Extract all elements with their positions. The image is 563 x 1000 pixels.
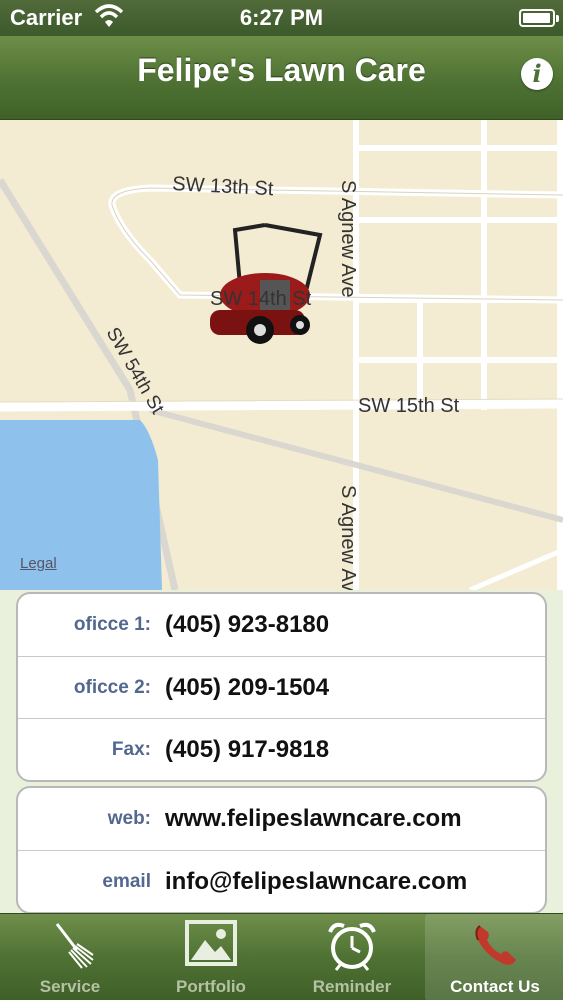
online-contact-card: web: www.felipeslawncare.com email info@… [16, 786, 547, 914]
info-icon[interactable]: i [521, 58, 553, 90]
street-label: S Agnew Ave [337, 180, 359, 298]
fax-number: (405) 917-9818 [165, 736, 330, 763]
tab-label: Portfolio [176, 977, 246, 996]
phone-icon [475, 925, 516, 965]
tab-label: Service [39, 977, 101, 996]
status-bar: Carrier 6:27 PM [0, 0, 563, 36]
clock-time: 6:27 PM [239, 5, 324, 30]
web-row[interactable]: web: www.felipeslawncare.com [18, 788, 545, 850]
street-label: SW 13th St [172, 173, 275, 200]
alarm-clock-icon [328, 922, 376, 971]
map-view[interactable]: SW 13th St SW 54th St SW 14th St S Agnew… [0, 120, 563, 590]
street-label: S Agnew Ave [337, 485, 359, 590]
row-label: email [102, 871, 151, 892]
tab-contact-us[interactable]: Contact Us [425, 914, 563, 1000]
row-label: web: [107, 808, 151, 829]
rake-icon [55, 923, 94, 969]
page-title: Felipe's Lawn Care [137, 52, 426, 88]
battery-icon [519, 9, 559, 27]
phone-number: (405) 209-1504 [165, 674, 330, 701]
row-label: oficce 2: [73, 677, 151, 698]
street-label: SW 14th St [210, 288, 312, 310]
picture-icon [185, 920, 237, 966]
phone-number: (405) 923-8180 [165, 611, 330, 638]
phone-contact-card: oficce 1: (405) 923-8180 oficce 2: (405)… [16, 592, 547, 782]
tab-reminder[interactable]: Reminder [282, 914, 422, 1000]
office-1-row[interactable]: oficce 1: (405) 923-8180 [18, 594, 545, 656]
row-label: Fax: [111, 739, 151, 760]
email-address: info@felipeslawncare.com [165, 868, 468, 895]
email-row[interactable]: email info@felipeslawncare.com [18, 850, 545, 912]
tab-service[interactable]: Service [0, 914, 140, 1000]
row-label: oficce 1: [73, 614, 151, 635]
website-url: www.felipeslawncare.com [165, 805, 462, 832]
navigation-bar: Felipe's Lawn Care i [0, 36, 563, 120]
office-2-row[interactable]: oficce 2: (405) 209-1504 [18, 656, 545, 718]
tab-bar: Service Portfolio Reminder Contact Us [0, 913, 563, 1000]
legal-link[interactable]: Legal [20, 555, 57, 572]
lawn-mower-icon [210, 223, 323, 344]
fax-row[interactable]: Fax: (405) 917-9818 [18, 718, 545, 780]
tab-portfolio[interactable]: Portfolio [141, 914, 281, 1000]
tab-label: Contact Us [450, 977, 540, 996]
street-label: SW 15th St [358, 395, 460, 417]
tab-label: Reminder [312, 977, 392, 996]
map-streets: SW 13th St SW 54th St SW 14th St S Agnew… [0, 120, 563, 590]
